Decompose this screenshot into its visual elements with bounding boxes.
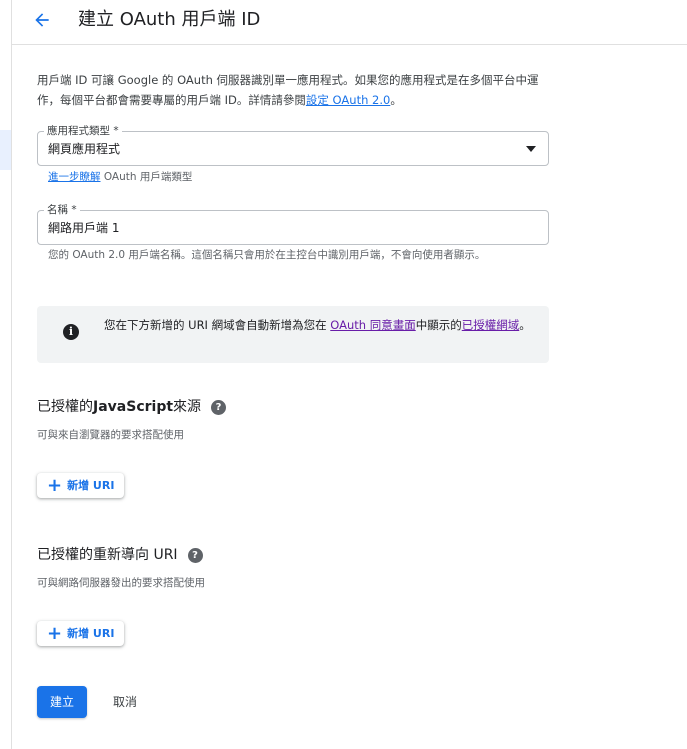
consent-screen-link[interactable]: OAuth 同意畫面 (330, 318, 415, 332)
name-helper: 您的 OAuth 2.0 用戶端名稱。這個名稱只會用於在主控台中識別用戶端，不會… (48, 249, 486, 261)
learn-more-suffix: OAuth 用戶端類型 (100, 171, 193, 183)
info-icon: i (63, 324, 79, 340)
cancel-button[interactable]: 取消 (100, 686, 150, 718)
help-icon[interactable]: ? (211, 399, 227, 415)
redirect-uris-title: 已授權的重新導向 URI ? (37, 545, 203, 565)
dropdown-arrow-icon (526, 146, 536, 152)
setup-oauth-link[interactable]: 設定 OAuth 2.0 (306, 93, 390, 107)
name-label: 名稱 * (44, 203, 80, 217)
plus-icon: + (47, 474, 63, 496)
js-origins-title-bold: JavaScript (93, 399, 174, 415)
plus-icon: + (47, 622, 63, 644)
info-text: 您在下方新增的 URI 網域會自動新增為您在 OAuth 同意畫面中顯示的已授權… (104, 315, 534, 335)
intro-text: 用戶端 ID 可讓 Google 的 OAuth 伺服器識別單一應用程式。如果您… (37, 70, 557, 110)
js-origins-title-prefix: 已授權的 (37, 399, 93, 415)
help-icon[interactable]: ? (187, 547, 203, 563)
left-nav-active-item[interactable] (0, 130, 11, 170)
arrow-back-icon (35, 13, 49, 27)
js-origins-description: 可與來自瀏覽器的要求搭配使用 (37, 429, 184, 441)
js-origins-title-suffix: 來源 (173, 399, 202, 415)
app-type-value: 網頁應用程式 (48, 142, 121, 156)
left-nav-rail (0, 0, 12, 749)
js-origins-title: 已授權的 JavaScript 來源 ? (37, 397, 227, 417)
authorized-domains-link[interactable]: 已授權網域 (462, 318, 520, 332)
back-button[interactable] (30, 8, 54, 32)
info-text-after: 。 (519, 318, 531, 332)
app-type-helper: 進一步瞭解 OAuth 用戶端類型 (48, 170, 192, 185)
info-text-before: 您在下方新增的 URI 網域會自動新增為您在 (104, 318, 331, 332)
add-js-origin-button[interactable]: + 新增 URI (37, 473, 124, 498)
intro-suffix: 。 (390, 93, 402, 107)
page-header: 建立 OAuth 用戶端 ID (12, 0, 687, 45)
add-redirect-uri-button[interactable]: + 新增 URI (37, 621, 124, 646)
redirect-uris-description: 可與網路伺服器發出的要求搭配使用 (37, 577, 205, 589)
name-value: 網路用戶端 1 (48, 221, 120, 235)
intro-body: 用戶端 ID 可讓 Google 的 OAuth 伺服器識別單一應用程式。如果您… (37, 73, 539, 107)
oauth-client-page: 建立 OAuth 用戶端 ID 用戶端 ID 可讓 Google 的 OAuth… (0, 0, 687, 749)
info-banner: i 您在下方新增的 URI 網域會自動新增為您在 OAuth 同意畫面中顯示的已… (37, 306, 549, 363)
create-button[interactable]: 建立 (37, 686, 87, 718)
app-type-select[interactable]: 應用程式類型 * 網頁應用程式 (37, 124, 549, 166)
learn-more-link[interactable]: 進一步瞭解 (48, 171, 101, 183)
name-input[interactable]: 名稱 * 網路用戶端 1 (37, 203, 549, 245)
app-type-label: 應用程式類型 * (44, 124, 122, 138)
add-uri-label: 新增 URI (67, 478, 115, 492)
info-text-middle: 中顯示的 (415, 318, 462, 332)
redirect-uris-title-text: 已授權的重新導向 URI (37, 547, 178, 563)
page-title: 建立 OAuth 用戶端 ID (78, 9, 261, 30)
add-uri-label: 新增 URI (67, 626, 115, 640)
